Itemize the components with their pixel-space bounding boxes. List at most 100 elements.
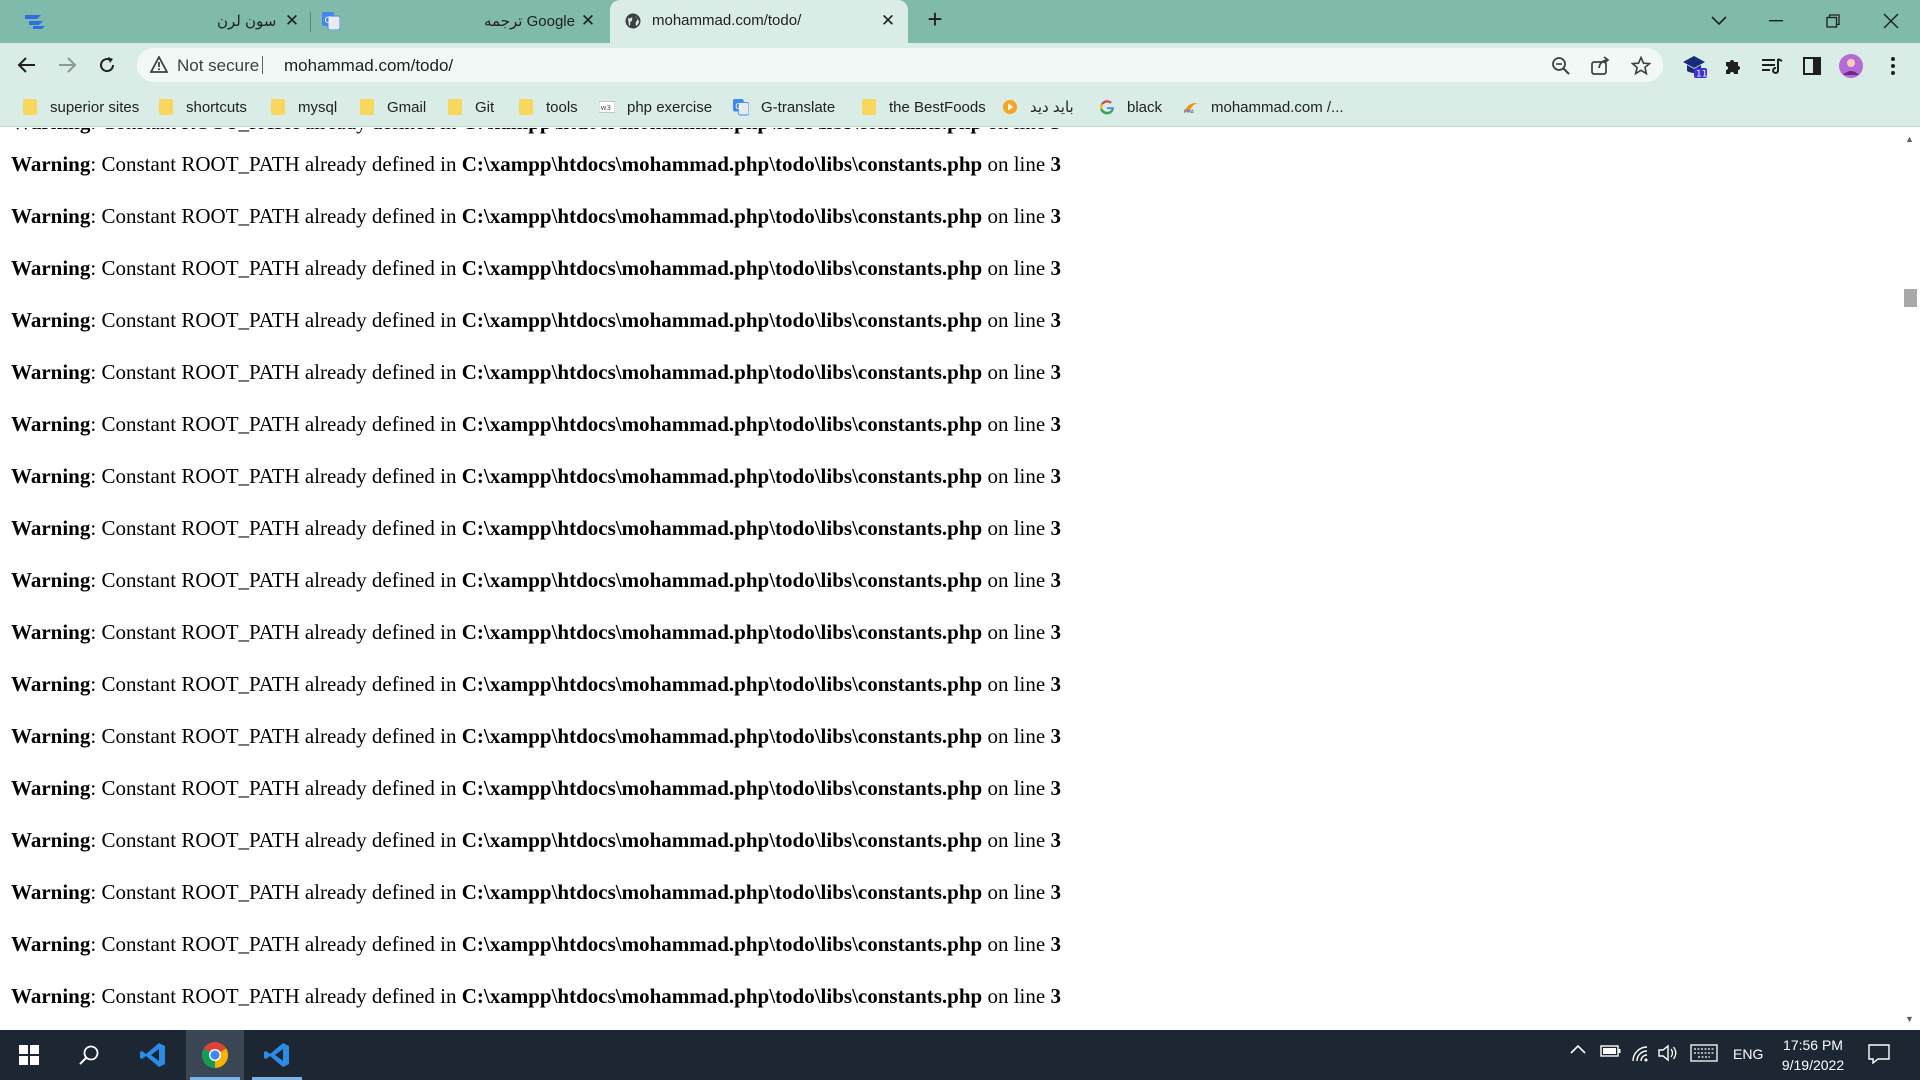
warning-on-line: on line [982, 828, 1051, 852]
omnibox-divider [262, 56, 263, 74]
tab-mohammad-todo[interactable]: mohammad.com/todo/ ✕ [610, 0, 908, 43]
bookmark-gmail[interactable]: Gmail [359, 96, 426, 118]
warning-line-number: 3 [1050, 932, 1061, 956]
bookmark-shortcuts[interactable]: shortcuts [158, 96, 247, 118]
scrollbar-thumb[interactable] [1904, 289, 1917, 307]
search-button[interactable] [60, 1030, 118, 1080]
zoom-icon[interactable] [1550, 55, 1572, 77]
side-panel-icon[interactable] [1799, 53, 1825, 79]
warning-on-line: on line [982, 880, 1051, 904]
warning-file-path: C:\xampp\htdocs\mohammad.php\todo\libs\c… [461, 984, 983, 1008]
forward-button[interactable] [52, 50, 82, 80]
close-tab-icon[interactable]: ✕ [578, 11, 598, 31]
bookmark-g-translate[interactable]: G G-translate [733, 96, 835, 118]
warning-line-number: 3 [1050, 256, 1061, 280]
warning-file-path: C:\xampp\htdocs\mohammad.php\todo\libs\c… [461, 776, 983, 800]
extension-graduation-cap-icon[interactable]: 11 [1682, 53, 1708, 79]
battery-icon[interactable] [1600, 1044, 1622, 1058]
warning-label: Warning [11, 776, 91, 800]
warning-message: : Constant ROOT_PATH already defined in [90, 464, 462, 488]
warning-line: Warning: Constant ROOT_PATH already defi… [11, 932, 1061, 957]
warning-line-number: 3 [1050, 672, 1061, 696]
warning-label: Warning [11, 620, 91, 644]
bookmark-git[interactable]: Git [447, 96, 494, 118]
warning-line: Warning: Constant ROOT_PATH already defi… [11, 880, 1061, 905]
warning-icon[interactable] [149, 55, 169, 78]
bookmark-superior-sites[interactable]: superior sites [22, 96, 139, 118]
notifications-icon[interactable] [1868, 1044, 1890, 1064]
warning-file-path: C:\xampp\htdocs\mohammad.php\todo\libs\c… [461, 204, 983, 228]
start-button[interactable] [0, 1030, 58, 1080]
warning-message: : Constant ROOT_PATH already defined in [90, 880, 462, 904]
chrome-taskbar-button[interactable] [186, 1030, 244, 1080]
tab-search-icon[interactable] [20, 6, 50, 36]
clock-date: 9/19/2022 [1781, 1057, 1845, 1073]
phpmyadmin-icon: PMA [1183, 99, 1199, 115]
touch-keyboard-icon[interactable] [1690, 1044, 1718, 1062]
tab-sonlearn[interactable]: سون لرن ✕ [60, 0, 310, 43]
bookmark-label: mohammad.com /... [1211, 98, 1344, 116]
tab-google-translate[interactable]: G ترجمه Google ✕ [316, 0, 606, 43]
media-control-icon[interactable] [1759, 53, 1785, 79]
warning-on-line: on line [982, 672, 1051, 696]
address-bar[interactable]: Not secure mohammad.com/todo/ [137, 48, 1663, 82]
close-tab-icon[interactable]: ✕ [878, 11, 898, 31]
bookmark-tools[interactable]: tools [518, 96, 578, 118]
warning-line-number: 3 [1050, 724, 1061, 748]
tab-list-chevron-down-icon[interactable] [1704, 6, 1734, 36]
system-clock[interactable]: 17:56 PM 9/19/2022 [1765, 1035, 1861, 1075]
warning-line-number: 3 [1050, 516, 1061, 540]
tab-title: mohammad.com/todo/ [652, 12, 802, 29]
google-translate-icon: G [322, 12, 340, 30]
bookmark-the-bestfoods[interactable]: the BestFoods [861, 96, 986, 118]
wifi-icon[interactable] [1630, 1044, 1650, 1062]
warning-line-number: 3 [1050, 984, 1061, 1008]
reload-button[interactable] [92, 50, 122, 80]
tab-title: سون لرن [217, 13, 277, 30]
warning-on-line: on line [982, 412, 1051, 436]
bookmark-mysql[interactable]: mysql [270, 96, 337, 118]
warning-file-path: C:\xampp\htdocs\mohammad.php\todo\libs\c… [461, 308, 983, 332]
warning-line-number: 3 [1050, 776, 1061, 800]
warning-on-line: on line [982, 308, 1051, 332]
close-tab-icon[interactable]: ✕ [282, 11, 302, 31]
warning-file-path: C:\xampp\htdocs\mohammad.php\todo\libs\c… [461, 464, 983, 488]
bookmark-label: tools [546, 98, 578, 116]
warning-file-path: C:\xampp\htdocs\mohammad.php\todo\libs\c… [461, 152, 983, 176]
bookmark-black[interactable]: black [1099, 96, 1162, 118]
bookmark-label: mysql [298, 98, 338, 116]
warning-line: Warning: Constant ROOT_PATH already defi… [11, 828, 1061, 853]
bookmark-label: Git [475, 98, 495, 116]
bookmark-php-exercise[interactable]: w3 php exercise [599, 96, 712, 118]
page-scrollbar[interactable]: ▲ ▼ [1900, 128, 1920, 1030]
bookmark-star-icon[interactable] [1630, 55, 1652, 77]
windows-taskbar: ENG 17:56 PM 9/19/2022 [0, 1030, 1920, 1080]
url-text[interactable]: mohammad.com/todo/ [284, 56, 453, 76]
close-window-button[interactable] [1876, 6, 1906, 36]
page-content: Warning : Constant ROOT_PATH already defi… [0, 128, 1900, 1030]
extensions-puzzle-icon[interactable] [1720, 53, 1746, 79]
share-icon[interactable] [1589, 55, 1611, 77]
show-hidden-icons-chevron-up-icon[interactable] [1570, 1044, 1586, 1054]
bookmark-bayad-did[interactable]: باید دید [1002, 96, 1074, 118]
restore-button[interactable] [1818, 6, 1848, 36]
volume-icon[interactable] [1657, 1044, 1677, 1062]
security-label[interactable]: Not secure [177, 56, 259, 76]
new-tab-button[interactable]: + [921, 6, 949, 34]
warning-file-path: C:\xampp\htdocs\mohammad.php\todo\libs\c… [461, 828, 983, 852]
chrome-menu-icon[interactable] [1880, 53, 1906, 79]
minimize-button[interactable] [1761, 6, 1791, 36]
language-indicator[interactable]: ENG [1733, 1046, 1763, 1062]
scroll-down-arrow-icon[interactable]: ▼ [1905, 1014, 1914, 1024]
bookmark-mohammad-com[interactable]: PMA mohammad.com /... [1183, 96, 1344, 118]
back-button[interactable] [12, 50, 42, 80]
profile-avatar[interactable] [1838, 53, 1864, 79]
globe-icon [624, 12, 642, 30]
warning-file-path: C:\xampp\htdocs\mohammad.php\todo\libs\c… [461, 256, 983, 280]
warning-file-path: C:\xampp\htdocs\mohammad.php\todo\libs\c… [461, 516, 983, 540]
warning-label: Warning [11, 308, 91, 332]
warning-line: Warning: Constant ROOT_PATH already defi… [11, 984, 1061, 1009]
vscode-taskbar-button[interactable] [124, 1030, 182, 1080]
scroll-up-arrow-icon[interactable]: ▲ [1905, 134, 1914, 144]
vscode-taskbar-button-2[interactable] [248, 1030, 306, 1080]
